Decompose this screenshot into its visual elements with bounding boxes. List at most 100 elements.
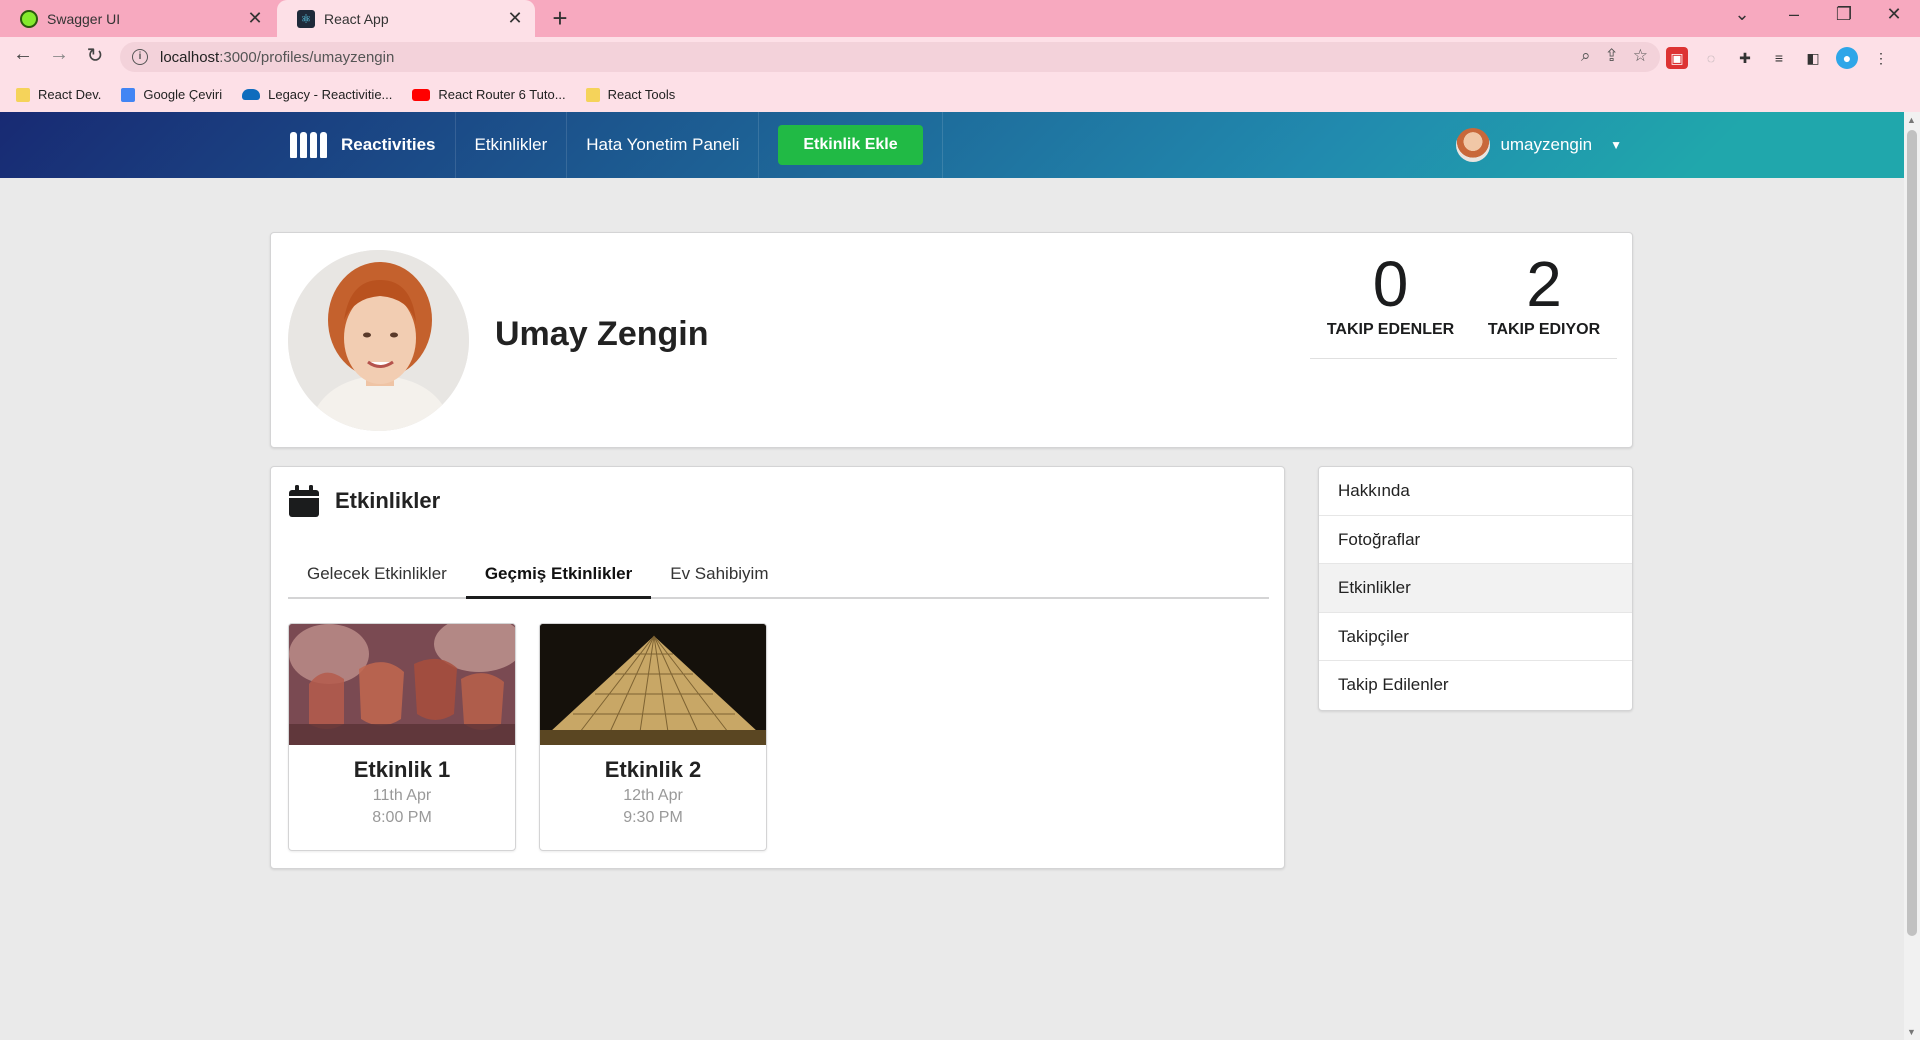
zoom-icon[interactable]: ⌕ bbox=[1581, 46, 1591, 66]
brand-link[interactable]: Reactivities bbox=[272, 112, 456, 178]
url-host: localhost bbox=[160, 48, 220, 66]
event-title: Etkinlik 2 bbox=[604, 757, 702, 782]
reload-icon[interactable]: ↻ bbox=[82, 43, 108, 68]
profile-photo-image bbox=[288, 250, 469, 431]
event-card[interactable]: Etkinlik 2 12th Apr 9:30 PM bbox=[539, 623, 767, 851]
activities-header: Etkinlikler bbox=[289, 485, 440, 517]
share-icon[interactable]: ⇪ bbox=[1605, 46, 1619, 66]
profile-name: Umay Zengin bbox=[495, 315, 709, 353]
scrollbar-thumb[interactable] bbox=[1907, 130, 1917, 936]
app-navbar: Reactivities Etkinlikler Hata Yonetim Pa… bbox=[0, 112, 1904, 178]
stat-followers: 0 TAKIP EDENLER bbox=[1327, 249, 1454, 358]
restore-icon[interactable]: ❐ bbox=[1832, 4, 1856, 25]
swagger-favicon-icon bbox=[20, 9, 38, 28]
followers-count: 0 bbox=[1372, 248, 1409, 320]
bookmark-label: React Tools bbox=[607, 87, 676, 102]
activities-panel: Etkinlikler Gelecek Etkinlikler Geçmiş E… bbox=[270, 466, 1285, 869]
bookmark-item[interactable]: Google Çeviri bbox=[121, 87, 222, 102]
menu-item-events[interactable]: Etkinlikler bbox=[1319, 564, 1632, 613]
scroll-up-icon[interactable]: ▲ bbox=[1907, 115, 1916, 125]
bookmarks-bar: React Dev. Google Çeviri Legacy - Reacti… bbox=[0, 77, 1920, 112]
event-card[interactable]: Etkinlik 1 11th Apr 8:00 PM bbox=[288, 623, 516, 851]
tab-hosting[interactable]: Ev Sahibiyim bbox=[651, 559, 787, 599]
following-label: TAKIP EDIYOR bbox=[1487, 321, 1601, 338]
site-info-icon[interactable]: i bbox=[132, 49, 148, 65]
window-close-icon[interactable]: ✕ bbox=[1882, 4, 1906, 25]
profile-header: Umay Zengin 0 TAKIP EDENLER 2 TAKIP EDIY… bbox=[270, 232, 1633, 448]
extension-loading-icon[interactable]: ◌ bbox=[1700, 47, 1722, 69]
scroll-down-icon[interactable]: ▼ bbox=[1907, 1027, 1916, 1037]
drinks-photo bbox=[289, 624, 515, 745]
tab-title: Swagger UI bbox=[47, 10, 121, 27]
bookmark-item[interactable]: Legacy - Reactivitie... bbox=[242, 87, 392, 102]
youtube-icon bbox=[412, 88, 431, 101]
bookmark-label: Google Çeviri bbox=[143, 87, 223, 102]
bookmark-star-icon[interactable]: ☆ bbox=[1633, 46, 1648, 66]
user-dropdown[interactable]: umayzengin ▼ bbox=[1456, 112, 1622, 178]
bookmark-label: React Router 6 Tuto... bbox=[438, 87, 566, 102]
tab-search-chevron-icon[interactable]: ⌄ bbox=[1730, 4, 1754, 25]
event-date: 11th Apr bbox=[372, 787, 432, 804]
profile-side-menu: Hakkında Fotoğraflar Etkinlikler Takipçi… bbox=[1318, 466, 1633, 711]
tab-future-events[interactable]: Gelecek Etkinlikler bbox=[288, 559, 466, 599]
event-cards: Etkinlik 1 11th Apr 8:00 PM Etkinlik 2 1… bbox=[288, 623, 767, 851]
pyramid-photo bbox=[540, 624, 766, 745]
bookmark-item[interactable]: React Router 6 Tuto... bbox=[412, 87, 566, 102]
reading-list-icon[interactable]: ≡ bbox=[1768, 47, 1790, 69]
extension-red-icon[interactable]: ▣ bbox=[1666, 47, 1688, 69]
bookmark-item[interactable]: React Dev. bbox=[16, 87, 101, 102]
close-icon[interactable]: ✕ bbox=[245, 8, 265, 29]
browser-tab-swagger[interactable]: Swagger UI ✕ bbox=[0, 0, 275, 37]
folder-icon bbox=[16, 87, 30, 102]
username: umayzengin bbox=[1500, 135, 1593, 154]
event-time: 8:00 PM bbox=[372, 809, 432, 826]
browser-toolbar: ← → ↻ i localhost:3000/profiles/umayzeng… bbox=[0, 37, 1920, 77]
users-logo-icon bbox=[290, 132, 327, 158]
page-scrollbar[interactable]: ▲ ▼ bbox=[1904, 112, 1920, 1040]
new-tab-plus-icon[interactable]: + bbox=[548, 3, 572, 34]
profile-avatar-icon[interactable]: ● bbox=[1836, 47, 1858, 69]
react-favicon-icon: ⚛ bbox=[297, 9, 315, 28]
tab-past-events[interactable]: Geçmiş Etkinlikler bbox=[465, 559, 652, 599]
google-translate-icon bbox=[121, 87, 136, 102]
forward-arrow-icon[interactable]: → bbox=[46, 43, 72, 66]
minimize-icon[interactable]: – bbox=[1782, 4, 1806, 25]
extensions-puzzle-icon[interactable]: ✚ bbox=[1734, 47, 1756, 69]
profile-photo bbox=[288, 250, 469, 431]
menu-item-about[interactable]: Hakkında bbox=[1319, 467, 1632, 516]
follow-stats: 0 TAKIP EDENLER 2 TAKIP EDIYOR bbox=[1310, 249, 1617, 359]
menu-item-following[interactable]: Takip Edilenler bbox=[1319, 661, 1632, 710]
add-activity-button[interactable]: Etkinlik Ekle bbox=[778, 125, 923, 165]
browser-menu-icon[interactable]: ⋮ bbox=[1870, 47, 1892, 69]
event-date: 12th Apr bbox=[623, 787, 683, 804]
tab-title: React App bbox=[324, 10, 389, 27]
onedrive-icon bbox=[242, 89, 261, 100]
calendar-icon bbox=[289, 485, 319, 517]
folder-icon bbox=[585, 87, 600, 102]
close-icon[interactable]: ✕ bbox=[505, 8, 525, 29]
brand-name: Reactivities bbox=[341, 135, 436, 154]
stat-following: 2 TAKIP EDIYOR bbox=[1488, 249, 1600, 358]
back-arrow-icon[interactable]: ← bbox=[10, 43, 36, 66]
side-panel-icon[interactable]: ◧ bbox=[1802, 47, 1824, 69]
menu-item-followers[interactable]: Takipçiler bbox=[1319, 613, 1632, 661]
nav-item-hata-yonetim[interactable]: Hata Yonetim Paneli bbox=[567, 112, 760, 178]
bookmark-label: Legacy - Reactivitie... bbox=[268, 87, 393, 102]
nav-item-etkinlikler[interactable]: Etkinlikler bbox=[456, 112, 568, 178]
address-bar[interactable]: i localhost:3000/profiles/umayzengin ⌕ ⇪… bbox=[120, 42, 1660, 72]
menu-item-photos[interactable]: Fotoğraflar bbox=[1319, 516, 1632, 564]
activities-tabs: Gelecek Etkinlikler Geçmiş Etkinlikler E… bbox=[288, 559, 1269, 599]
nav-item-add: Etkinlik Ekle bbox=[759, 112, 943, 178]
avatar bbox=[1456, 128, 1491, 162]
activities-title: Etkinlikler bbox=[335, 488, 441, 513]
caret-down-icon: ▼ bbox=[1610, 138, 1622, 152]
event-image-drinks bbox=[289, 624, 515, 745]
url-path: :3000/profiles/umayzengin bbox=[219, 48, 395, 66]
following-count: 2 bbox=[1526, 248, 1562, 320]
followers-label: TAKIP EDENLER bbox=[1326, 321, 1455, 338]
bookmark-item[interactable]: React Tools bbox=[585, 87, 676, 102]
bookmark-label: React Dev. bbox=[38, 87, 102, 102]
browser-tab-react-app[interactable]: ⚛ React App ✕ bbox=[277, 0, 535, 37]
browser-tabstrip: Swagger UI ✕ ⚛ React App ✕ + ⌄ – ❐ ✕ bbox=[0, 0, 1920, 37]
event-time: 9:30 PM bbox=[623, 809, 683, 826]
